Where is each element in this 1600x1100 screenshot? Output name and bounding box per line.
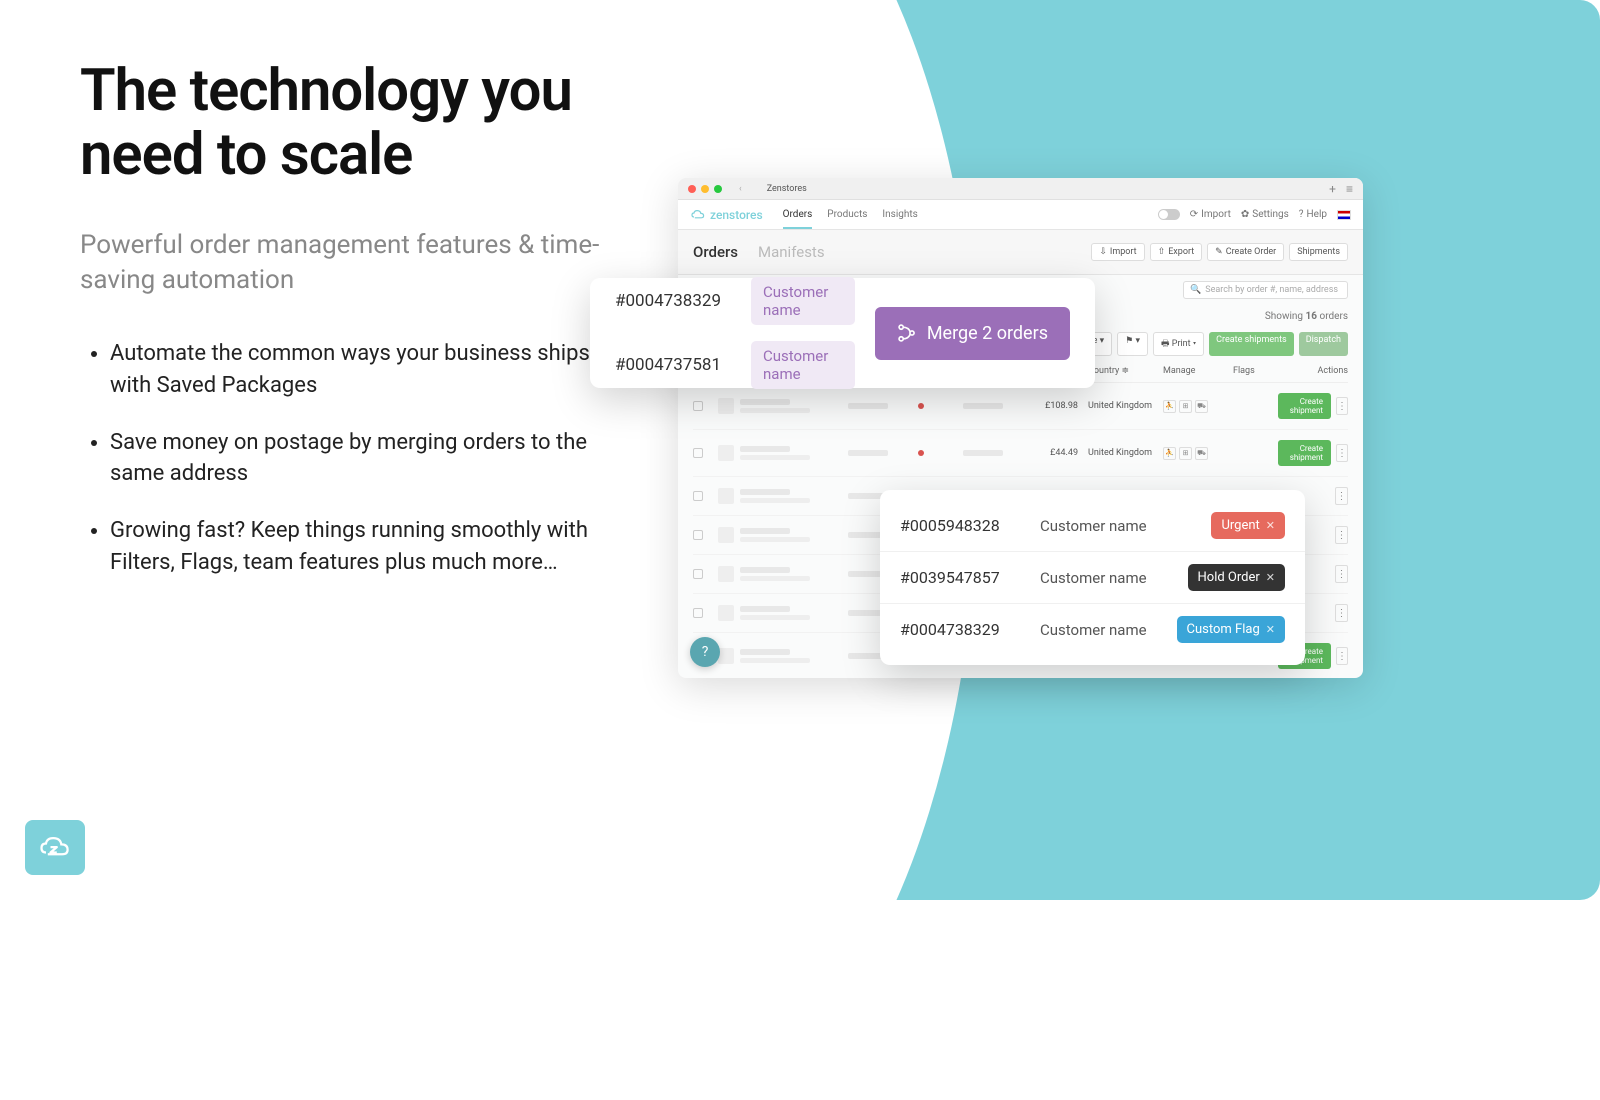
flag-order-id: #0005948328 — [900, 516, 1025, 535]
window-title: Zenstores — [767, 184, 807, 194]
print-button[interactable]: 🖶 Print ▾ — [1153, 332, 1204, 356]
customer-badge: Customer name — [751, 277, 855, 325]
export-button[interactable]: ⇧Export — [1150, 243, 1203, 261]
nav-products[interactable]: Products — [827, 209, 867, 220]
row-checkbox[interactable] — [693, 401, 703, 411]
brand-logo[interactable]: zenstores — [690, 208, 763, 222]
back-icon[interactable]: ‹ — [739, 184, 742, 194]
row-more-icon[interactable]: ⋮ — [1335, 526, 1348, 544]
truck-icon[interactable]: ⛟ — [1195, 447, 1208, 460]
flag-button[interactable]: ⚑ ▾ — [1117, 332, 1148, 356]
flag-order-id: #0004738329 — [900, 620, 1025, 639]
header-settings[interactable]: ✿Settings — [1241, 209, 1289, 220]
user-icon[interactable]: ⛹ — [1163, 400, 1176, 413]
row-checkbox[interactable] — [693, 448, 703, 458]
flag-customer: Customer name — [1040, 517, 1196, 535]
merge-button[interactable]: Merge 2 orders — [875, 307, 1070, 360]
row-checkbox[interactable] — [693, 491, 703, 501]
box-icon[interactable]: ⊞ — [1179, 447, 1192, 460]
user-icon[interactable]: ⛹ — [1163, 447, 1176, 460]
status-dot-icon — [918, 403, 924, 409]
merge-order-id: #0004737581 — [615, 355, 721, 375]
toggle-switch[interactable] — [1158, 209, 1180, 220]
row-checkbox[interactable] — [693, 530, 703, 540]
help-fab[interactable]: ? — [690, 637, 720, 667]
feature-item: Growing fast? Keep things running smooth… — [110, 515, 600, 579]
menu-icon[interactable]: ≡ — [1346, 182, 1353, 196]
row-more-icon[interactable]: ⋮ — [1336, 647, 1348, 665]
box-icon[interactable]: ⊞ — [1179, 400, 1192, 413]
flag-row: #0004738329 Customer name Custom Flag✕ — [880, 604, 1305, 655]
table-row: £44.49 United Kingdom ⛹⊞⛟ Create shipmen… — [693, 430, 1348, 477]
subheadline: Powerful order management features & tim… — [80, 228, 600, 298]
shipments-button[interactable]: Shipments — [1289, 243, 1348, 261]
row-country: United Kingdom — [1078, 448, 1163, 458]
remove-flag-icon[interactable]: ✕ — [1266, 571, 1275, 584]
window-titlebar: ‹ Zenstores + ≡ — [678, 178, 1363, 200]
row-checkbox[interactable] — [693, 608, 703, 618]
minimize-icon[interactable] — [701, 185, 709, 193]
row-more-icon[interactable]: ⋮ — [1336, 397, 1348, 415]
remove-flag-icon[interactable]: ✕ — [1266, 519, 1275, 532]
brand-logo-badge — [25, 820, 85, 875]
flag-tag[interactable]: Urgent✕ — [1211, 512, 1285, 539]
row-more-icon[interactable]: ⋮ — [1335, 487, 1348, 505]
row-more-icon[interactable]: ⋮ — [1335, 604, 1348, 622]
nav-orders[interactable]: Orders — [783, 209, 813, 229]
create-shipment-button[interactable]: Create shipment — [1278, 393, 1331, 419]
flag-row: #0039547857 Customer name Hold Order✕ — [880, 552, 1305, 604]
feature-item: Save money on postage by merging orders … — [110, 427, 600, 491]
create-order-button[interactable]: ✎Create Order — [1207, 243, 1284, 261]
headline: The technology you need to scale — [80, 60, 600, 188]
create-shipments-button[interactable]: Create shipments — [1209, 332, 1294, 356]
truck-icon[interactable]: ⛟ — [1195, 400, 1208, 413]
flag-row: #0005948328 Customer name Urgent✕ — [880, 500, 1305, 552]
flag-tag[interactable]: Custom Flag✕ — [1177, 616, 1285, 643]
flag-tag[interactable]: Hold Order✕ — [1188, 564, 1285, 591]
search-input[interactable]: 🔍 Search by order #, name, address — [1183, 281, 1348, 299]
merge-order-id: #0004738329 — [615, 291, 721, 311]
maximize-icon[interactable] — [714, 185, 722, 193]
merge-orders-card: #0004738329 Customer name #0004737581 Cu… — [590, 278, 1095, 388]
row-total: £108.98 — [1023, 401, 1078, 411]
row-checkbox[interactable] — [693, 569, 703, 579]
tab-manifests[interactable]: Manifests — [758, 243, 825, 261]
flag-customer: Customer name — [1040, 621, 1162, 639]
close-icon[interactable] — [688, 185, 696, 193]
flag-order-id: #0039547857 — [900, 568, 1025, 587]
search-icon: 🔍 — [1190, 285, 1201, 295]
row-total: £44.49 — [1023, 448, 1078, 458]
nav-insights[interactable]: Insights — [882, 209, 917, 220]
create-shipment-button[interactable]: Create shipment — [1278, 440, 1331, 466]
flag-customer: Customer name — [1040, 569, 1173, 587]
status-dot-icon — [918, 450, 924, 456]
dispatch-button[interactable]: Dispatch — [1299, 332, 1348, 356]
header-help[interactable]: ?Help — [1299, 209, 1327, 220]
feature-item: Automate the common ways your business s… — [110, 338, 600, 402]
remove-flag-icon[interactable]: ✕ — [1266, 623, 1275, 636]
feature-list: Automate the common ways your business s… — [80, 338, 600, 579]
row-more-icon[interactable]: ⋮ — [1336, 444, 1348, 462]
import-button[interactable]: ⇩Import — [1091, 243, 1144, 261]
plus-icon[interactable]: + — [1329, 182, 1336, 196]
row-more-icon[interactable]: ⋮ — [1335, 565, 1348, 583]
tab-orders[interactable]: Orders — [693, 243, 738, 261]
row-country: United Kingdom — [1078, 401, 1163, 411]
flags-card: #0005948328 Customer name Urgent✕#003954… — [880, 490, 1305, 665]
header-import[interactable]: ⟳Import — [1190, 209, 1231, 220]
locale-flag-icon[interactable] — [1337, 210, 1351, 220]
customer-badge: Customer name — [751, 341, 855, 389]
